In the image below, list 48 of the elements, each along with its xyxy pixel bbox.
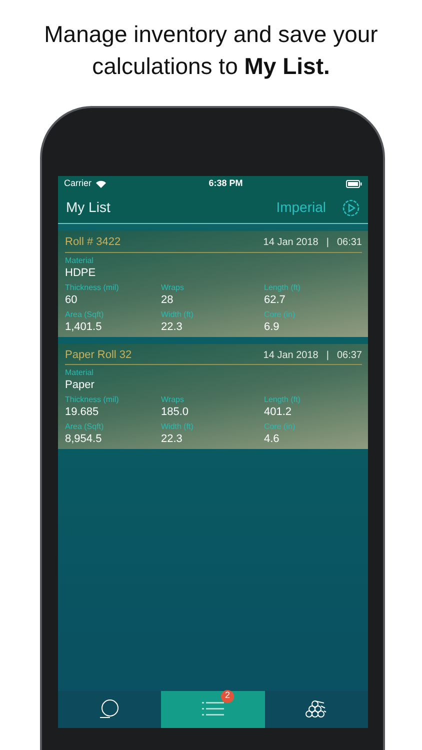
field-label: Wraps: [161, 282, 185, 292]
field-label: Material: [65, 254, 94, 266]
unit-toggle[interactable]: Imperial: [276, 197, 326, 218]
field-value: 22.3: [161, 432, 184, 446]
field-label: Area (Sqft): [65, 308, 105, 320]
settings-icon[interactable]: [342, 198, 360, 216]
field-label: Thickness (mil): [65, 282, 120, 292]
tab-button[interactable]: 2: [161, 691, 265, 728]
field-label: Material: [65, 367, 94, 378]
roll-name: Paper Roll 32: [65, 348, 132, 362]
field-value: 1,401.5: [65, 320, 103, 334]
date-separator: |: [326, 348, 329, 362]
entry-date: 14 Jan 2018: [263, 236, 318, 250]
date-separator: |: [326, 236, 329, 250]
field-value: 8,954.5: [65, 432, 103, 446]
entry-date: 14 Jan 2018: [263, 348, 318, 362]
field-label: Length (ft): [264, 394, 302, 405]
field-label: Core (in): [264, 421, 296, 432]
field-value: 4.6: [264, 432, 280, 446]
list-card[interactable]: Paper Roll 32 14 Jan 2018 | 06:37 Material Paper Thickness (mil) 19.685 Wraps 185.0 Length (ft) 401.2 Area (Sqft) 8,954.5 Width (ft) 22.3 Core (in) 4.6: [58, 344, 368, 449]
field-value: Paper: [65, 378, 96, 392]
wifi-icon: [96, 180, 106, 188]
field-label: Width (ft): [161, 308, 194, 320]
field-value: HDPE: [65, 266, 97, 280]
field-label: Area (Sqft): [65, 421, 105, 432]
entry-time: 06:31: [336, 236, 362, 250]
field-label: Thickness (mil): [65, 394, 120, 405]
field-value: 6.9: [264, 320, 280, 334]
field-value: 62.7: [264, 292, 286, 306]
field-value: 28: [161, 292, 174, 306]
field-value: 19.685: [65, 405, 100, 419]
field-value: 60: [65, 292, 78, 306]
field-value: 185.0: [161, 405, 190, 419]
count-badge: 2: [220, 690, 234, 702]
field-label: Width (ft): [161, 421, 194, 432]
roll-name: Roll # 3422: [65, 235, 121, 250]
field-value: 401.2: [264, 405, 293, 419]
headline: Manage inventory and save your calculations to My List.: [43, 20, 379, 81]
entry-time: 06:37: [336, 348, 362, 362]
list-card[interactable]: Roll # 3422 14 Jan 2018 | 06:31 Material HDPE Thickness (mil) 60 Wraps 28 Length (ft) 62.7 Area (Sqft) 1,401.5 Width (ft) 22.3 Core (in) 6.9: [58, 231, 368, 336]
status-time: 6:38 PM: [208, 177, 243, 190]
field-label: Core (in): [264, 308, 296, 320]
battery-icon: [346, 180, 362, 188]
field-label: Wraps: [161, 394, 185, 405]
field-value: 22.3: [161, 320, 184, 334]
field-label: Length (ft): [264, 282, 302, 292]
carrier-label: Carrier: [64, 177, 92, 190]
screen-title: My List: [66, 198, 110, 217]
